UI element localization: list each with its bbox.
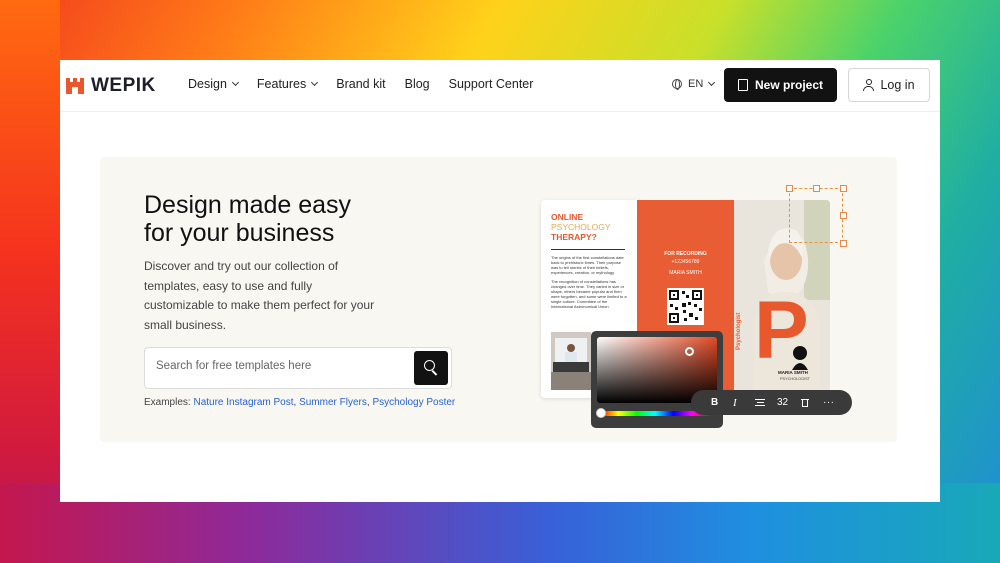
nav-brand-kit-label: Brand kit [336, 77, 386, 91]
resize-handle[interactable] [840, 185, 847, 192]
preview-divider [551, 249, 625, 250]
resize-handle[interactable] [786, 185, 793, 192]
preview-photo-laptop [551, 332, 591, 390]
example-link-summer-flyers[interactable]: Summer Flyers [299, 397, 367, 408]
example-link-psychology-poster[interactable]: Psychology Poster [372, 397, 455, 408]
search-button[interactable] [414, 351, 448, 385]
preview-recording-label: FOR RECORDING [664, 251, 707, 257]
preview-body-text: The origins of the first constellations … [551, 255, 627, 309]
preview-right-name: MARIA SMITH [778, 370, 808, 375]
nav-features[interactable]: Features [256, 77, 319, 91]
document-icon [737, 79, 748, 91]
preview-body-paragraph-2: The recognition of constellations has ch… [551, 279, 627, 309]
preview-vertical-label: Psychologist [736, 312, 742, 350]
italic-button[interactable]: I [733, 397, 755, 409]
nav-blog[interactable]: Blog [405, 77, 430, 91]
hero-title-line-1: Design made easy [144, 191, 352, 219]
new-project-label: New project [754, 78, 823, 92]
hero-title-line-2: for your business [144, 219, 335, 247]
language-label: EN [688, 78, 704, 90]
search-input[interactable] [156, 360, 406, 372]
preview-headline-line-3: THERAPY? [551, 232, 597, 242]
chevron-down-icon [311, 78, 319, 87]
laptop-photo-icon [551, 332, 591, 390]
site-header: WEPIK Design Features Brand kit Blog Sup… [60, 60, 940, 112]
nav-blog-label: Blog [404, 77, 430, 91]
search-icon [424, 360, 435, 371]
nav-support-center-label: Support Center [448, 77, 534, 91]
hero-section: Design made easy for your business Disco… [100, 157, 897, 442]
globe-icon [672, 79, 682, 90]
background-gradient-left [0, 0, 60, 563]
nav-features-label: Features [256, 77, 307, 91]
preview-headline: ONLINE PSYCHOLOGY THERAPY? [551, 212, 611, 242]
color-picker-cursor[interactable] [685, 347, 694, 356]
nav-design-label: Design [188, 77, 227, 91]
template-search [144, 347, 452, 389]
preview-headline-line-1: ONLINE [551, 212, 584, 222]
hero-title: Design made easy for your business [144, 191, 424, 247]
wepik-logo[interactable]: WEPIK [65, 74, 156, 98]
search-examples: Examples: Nature Instagram Post, Summer … [144, 397, 455, 408]
preview-phone: +123456789 [671, 259, 700, 265]
hue-slider-knob[interactable] [596, 408, 606, 418]
login-label: Log in [880, 78, 915, 92]
chevron-down-icon [231, 78, 239, 87]
hue-slider[interactable] [600, 411, 710, 416]
new-project-button[interactable]: New project [724, 68, 837, 102]
preview-right-role: PSYCHOLOGIST [780, 377, 810, 381]
silhouette-icon [792, 346, 808, 370]
resize-handle[interactable] [840, 240, 847, 247]
nav-support-center[interactable]: Support Center [449, 77, 534, 91]
browser-page: WEPIK Design Features Brand kit Blog Sup… [60, 60, 940, 502]
logo-icon [66, 78, 84, 94]
language-selector[interactable]: EN [672, 78, 716, 90]
resize-handle[interactable] [840, 212, 847, 219]
main-nav: Design Features Brand kit Blog Support C… [188, 77, 552, 91]
more-options-button[interactable]: ··· [823, 397, 839, 408]
nav-design[interactable]: Design [188, 77, 239, 91]
preview-headline-line-2: PSYCHOLOGY [551, 222, 611, 232]
example-link-nature-instagram-post[interactable]: Nature Instagram Post [193, 397, 293, 408]
login-button[interactable]: Log in [848, 68, 930, 102]
align-center-icon[interactable] [755, 398, 777, 408]
hero-description: Discover and try out our collection of t… [144, 259, 375, 332]
nav-brand-kit[interactable]: Brand kit [336, 77, 385, 91]
preview-body-paragraph-1: The origins of the first constellations … [551, 255, 624, 275]
qr-code-icon [667, 288, 704, 325]
user-icon [863, 79, 875, 91]
selection-frame[interactable] [786, 185, 847, 247]
search-icon-handle [431, 370, 438, 376]
bold-button[interactable]: B [711, 397, 733, 408]
preview-name: MARIA SMITH [669, 270, 702, 276]
font-size-value[interactable]: 32 [777, 397, 801, 408]
trash-icon[interactable] [801, 398, 823, 408]
resize-handle[interactable] [813, 185, 820, 192]
examples-label: Examples: [144, 397, 191, 408]
text-format-toolbar: B I 32 ··· [691, 390, 852, 415]
logo-text: WEPIK [91, 75, 156, 96]
chevron-down-icon [708, 78, 716, 87]
